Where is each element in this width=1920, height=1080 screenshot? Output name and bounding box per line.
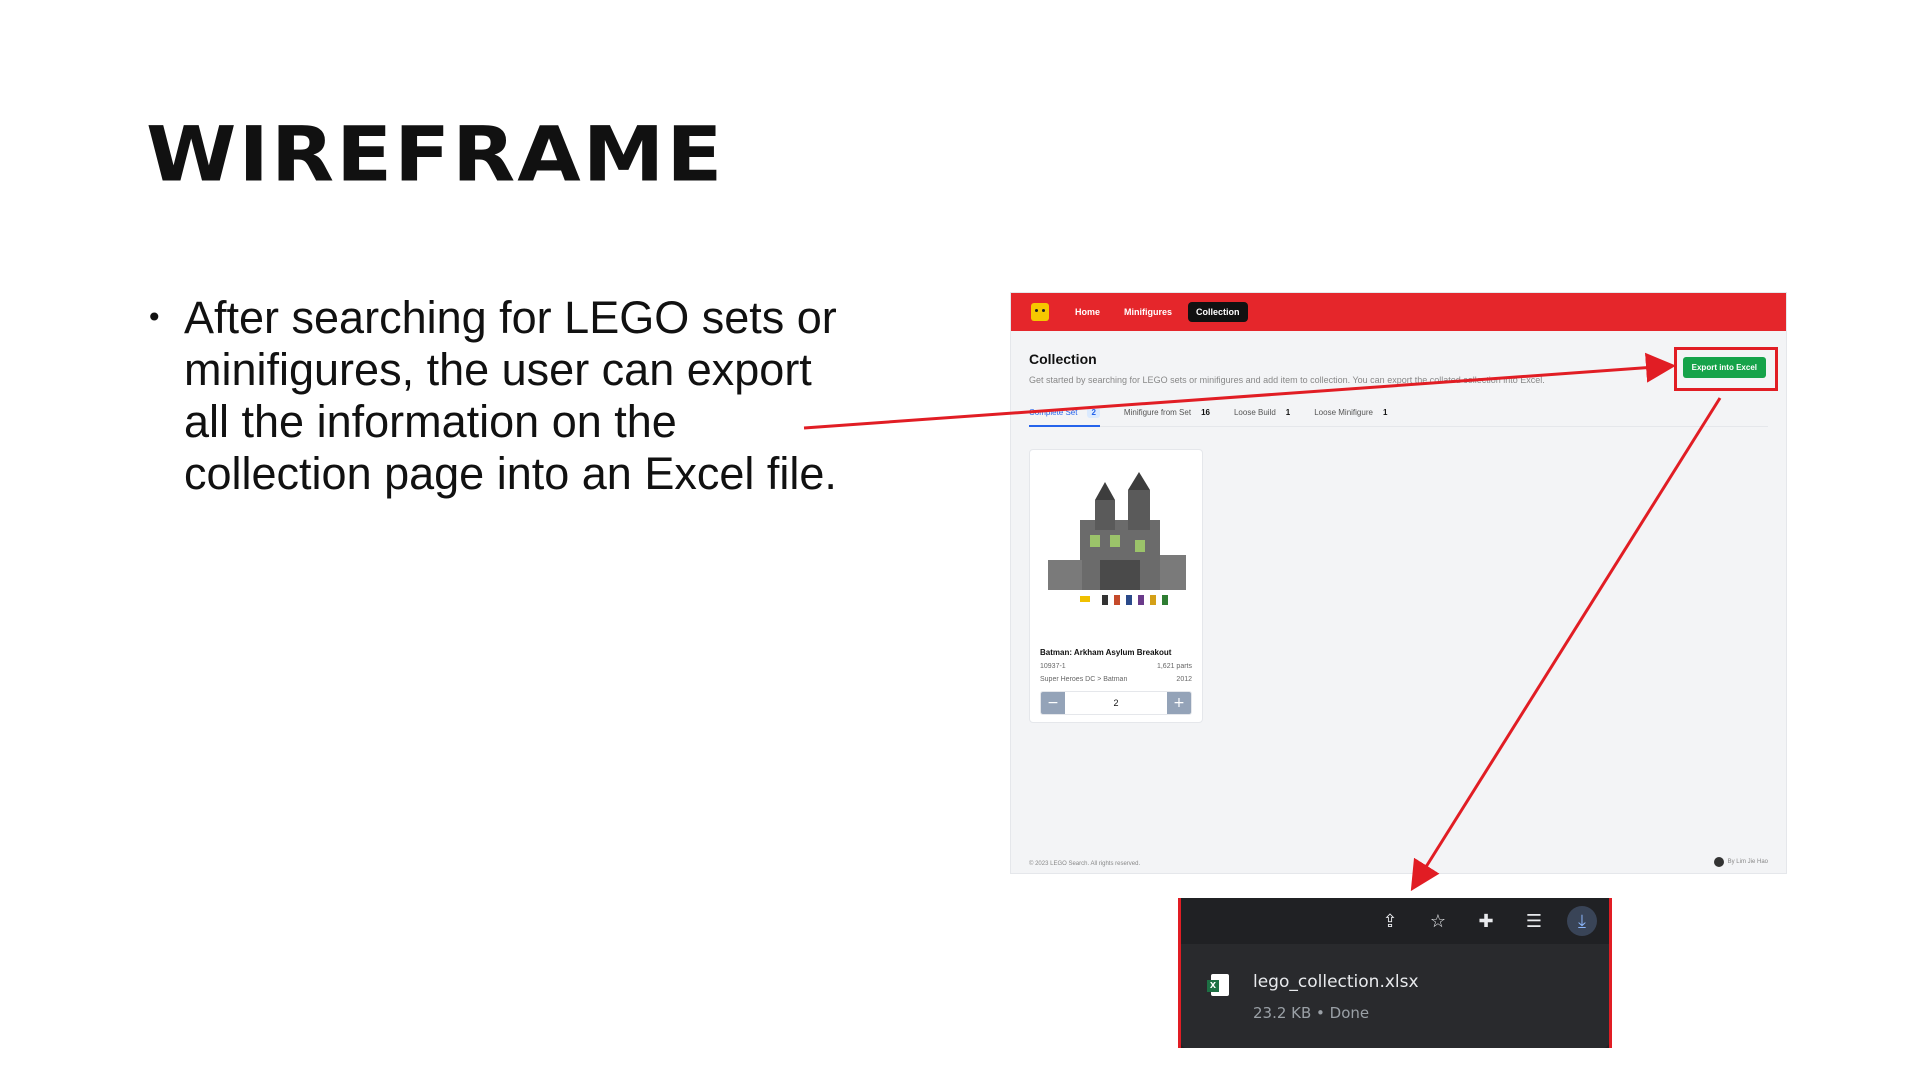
set-card: Batman: Arkham Asylum Breakout 10937-1 1…: [1029, 449, 1203, 723]
app-screenshot: Home Minifigures Collection Collection G…: [1010, 292, 1787, 874]
tab-complete-set[interactable]: Complete Set 2: [1029, 407, 1100, 427]
tab-label: Loose Minifigure: [1314, 408, 1373, 417]
tab-minifigure-from-set[interactable]: Minifigure from Set 16: [1124, 407, 1210, 418]
tab-loose-minifigure[interactable]: Loose Minifigure 1: [1314, 407, 1387, 418]
bullet-point: • After searching for LEGO sets or minif…: [146, 292, 846, 500]
tab-label: Minifigure from Set: [1123, 408, 1192, 417]
footer-credit: By Lim Jie Hao: [1713, 857, 1768, 867]
nav-home[interactable]: Home: [1067, 302, 1108, 322]
set-image: [1040, 460, 1194, 630]
export-excel-button[interactable]: Export into Excel: [1682, 357, 1766, 378]
download-icon[interactable]: ⤓: [1567, 906, 1597, 936]
share-icon[interactable]: ⇪: [1375, 906, 1405, 936]
download-popup: ⇪ ☆ ✚ ☰ ⤓ lego_collection.xlsx 23.2 KB •…: [1178, 898, 1612, 1048]
excel-file-icon: [1207, 974, 1229, 996]
page-title: Collection: [1029, 351, 1097, 367]
increment-button[interactable]: +: [1167, 692, 1191, 714]
tab-count: 1: [1285, 408, 1291, 417]
bullet-text: After searching for LEGO sets or minifig…: [184, 292, 837, 499]
app-navbar: Home Minifigures Collection: [1011, 293, 1786, 331]
lego-logo-icon[interactable]: [1031, 303, 1049, 321]
tab-loose-build[interactable]: Loose Build 1: [1234, 407, 1290, 418]
footer-author: By Lim Jie Hao: [1727, 859, 1768, 865]
tab-count: 2: [1087, 407, 1100, 418]
set-title: Batman: Arkham Asylum Breakout: [1040, 648, 1172, 657]
download-status: 23.2 KB • Done: [1253, 1004, 1370, 1022]
tab-count: 1: [1382, 408, 1388, 417]
reading-list-icon[interactable]: ☰: [1519, 906, 1549, 936]
set-parts: 1,621 parts: [1156, 663, 1192, 670]
tab-count: 16: [1201, 408, 1210, 417]
quantity-stepper: − 2 +: [1040, 691, 1192, 715]
set-info-row: 10937-1 1,621 parts: [1040, 663, 1192, 670]
quantity-value[interactable]: 2: [1065, 692, 1167, 714]
tab-label: Complete Set: [1029, 408, 1078, 417]
download-filename[interactable]: lego_collection.xlsx: [1253, 972, 1419, 992]
set-number: 10937-1: [1040, 663, 1066, 670]
set-info-row: Super Heroes DC > Batman 2012: [1040, 676, 1192, 683]
app-main: Collection Get started by searching for …: [1011, 331, 1786, 873]
set-year: 2012: [1176, 676, 1192, 683]
slide-title: WIREFRAME: [146, 111, 725, 199]
page-subtitle: Get started by searching for LEGO sets o…: [1029, 375, 1545, 385]
tab-label: Loose Build: [1233, 408, 1276, 417]
download-item[interactable]: lego_collection.xlsx 23.2 KB • Done: [1181, 944, 1609, 1048]
footer-copyright: © 2023 LEGO Search. All rights reserved.: [1029, 861, 1141, 867]
set-theme: Super Heroes DC > Batman: [1040, 676, 1128, 683]
github-icon[interactable]: [1713, 857, 1724, 867]
bullet-marker: •: [146, 301, 163, 334]
puzzle-icon[interactable]: ✚: [1471, 906, 1501, 936]
star-icon[interactable]: ☆: [1423, 906, 1453, 936]
decrement-button[interactable]: −: [1041, 692, 1065, 714]
nav-collection[interactable]: Collection: [1188, 302, 1248, 322]
nav-minifigures[interactable]: Minifigures: [1116, 302, 1180, 322]
collection-tabs: Complete Set 2 Minifigure from Set 16 Lo…: [1029, 407, 1768, 427]
browser-toolbar: ⇪ ☆ ✚ ☰ ⤓: [1181, 898, 1609, 944]
